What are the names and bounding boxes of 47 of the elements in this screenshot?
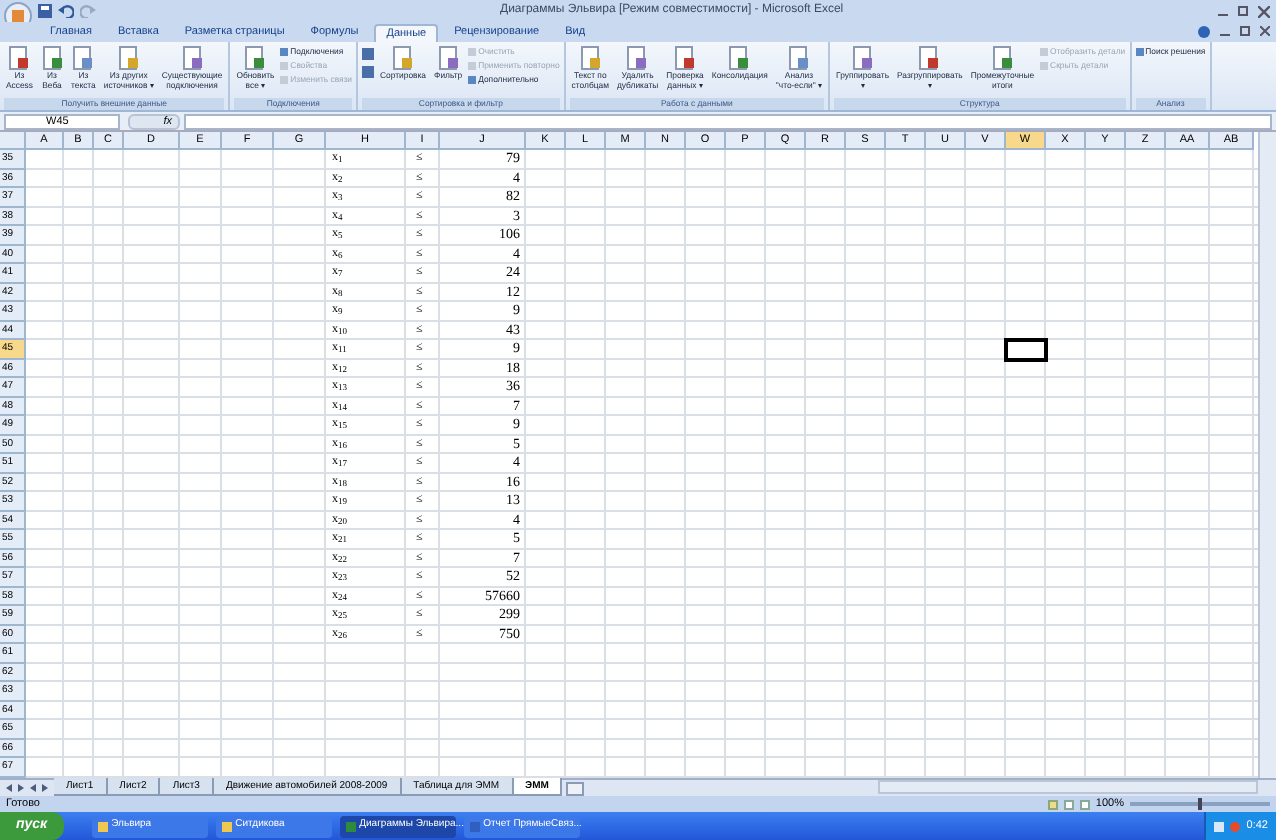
document-icon xyxy=(728,46,751,70)
close-icon[interactable] xyxy=(1260,26,1270,36)
maximize-icon[interactable] xyxy=(1238,6,1248,16)
help-icon[interactable] xyxy=(1198,26,1210,38)
page-layout-icon[interactable] xyxy=(1063,799,1074,809)
normal-view-icon[interactable] xyxy=(1047,799,1058,809)
document-icon xyxy=(851,46,874,70)
new-sheet-icon[interactable] xyxy=(566,782,585,796)
restore-icon[interactable] xyxy=(1240,26,1250,36)
small-square-icon xyxy=(468,62,477,70)
save-icon[interactable] xyxy=(38,4,52,18)
horizontal-scrollbar[interactable] xyxy=(878,780,1258,794)
document-icon xyxy=(72,46,95,70)
page-break-icon[interactable] xyxy=(1079,799,1090,809)
vertical-scrollbar[interactable] xyxy=(1258,132,1276,778)
undo-icon[interactable] xyxy=(58,4,74,18)
document-icon xyxy=(991,46,1014,70)
small-square-icon xyxy=(1040,48,1049,56)
document-icon xyxy=(674,46,696,70)
folder-icon xyxy=(97,821,108,831)
folder-icon xyxy=(221,821,232,831)
small-square-icon xyxy=(280,48,289,56)
sort-buttons-drawing[interactable] xyxy=(362,46,375,78)
document-icon xyxy=(469,821,480,831)
select-all-corner[interactable] xyxy=(0,132,26,150)
document-icon xyxy=(579,46,602,70)
document-icon xyxy=(117,46,140,70)
document-icon xyxy=(437,46,460,70)
document-icon xyxy=(8,46,31,70)
small-square-icon xyxy=(280,62,289,70)
small-square-icon xyxy=(1040,62,1049,70)
document-icon xyxy=(345,821,356,831)
small-square-icon xyxy=(468,76,477,84)
document-icon xyxy=(244,46,267,70)
document-icon xyxy=(41,46,63,70)
document-icon xyxy=(392,46,415,70)
close-icon[interactable] xyxy=(1258,6,1270,18)
document-icon xyxy=(918,46,941,70)
document-icon xyxy=(787,46,810,70)
tray-square-icon[interactable] xyxy=(1214,821,1225,831)
small-square-icon xyxy=(1135,48,1144,56)
document-icon xyxy=(181,46,204,70)
selected-cell[interactable] xyxy=(1004,338,1048,361)
formula-input[interactable] xyxy=(184,113,1272,129)
redo-icon[interactable] xyxy=(80,4,96,18)
document-icon xyxy=(626,46,649,70)
small-square-icon xyxy=(468,48,477,56)
